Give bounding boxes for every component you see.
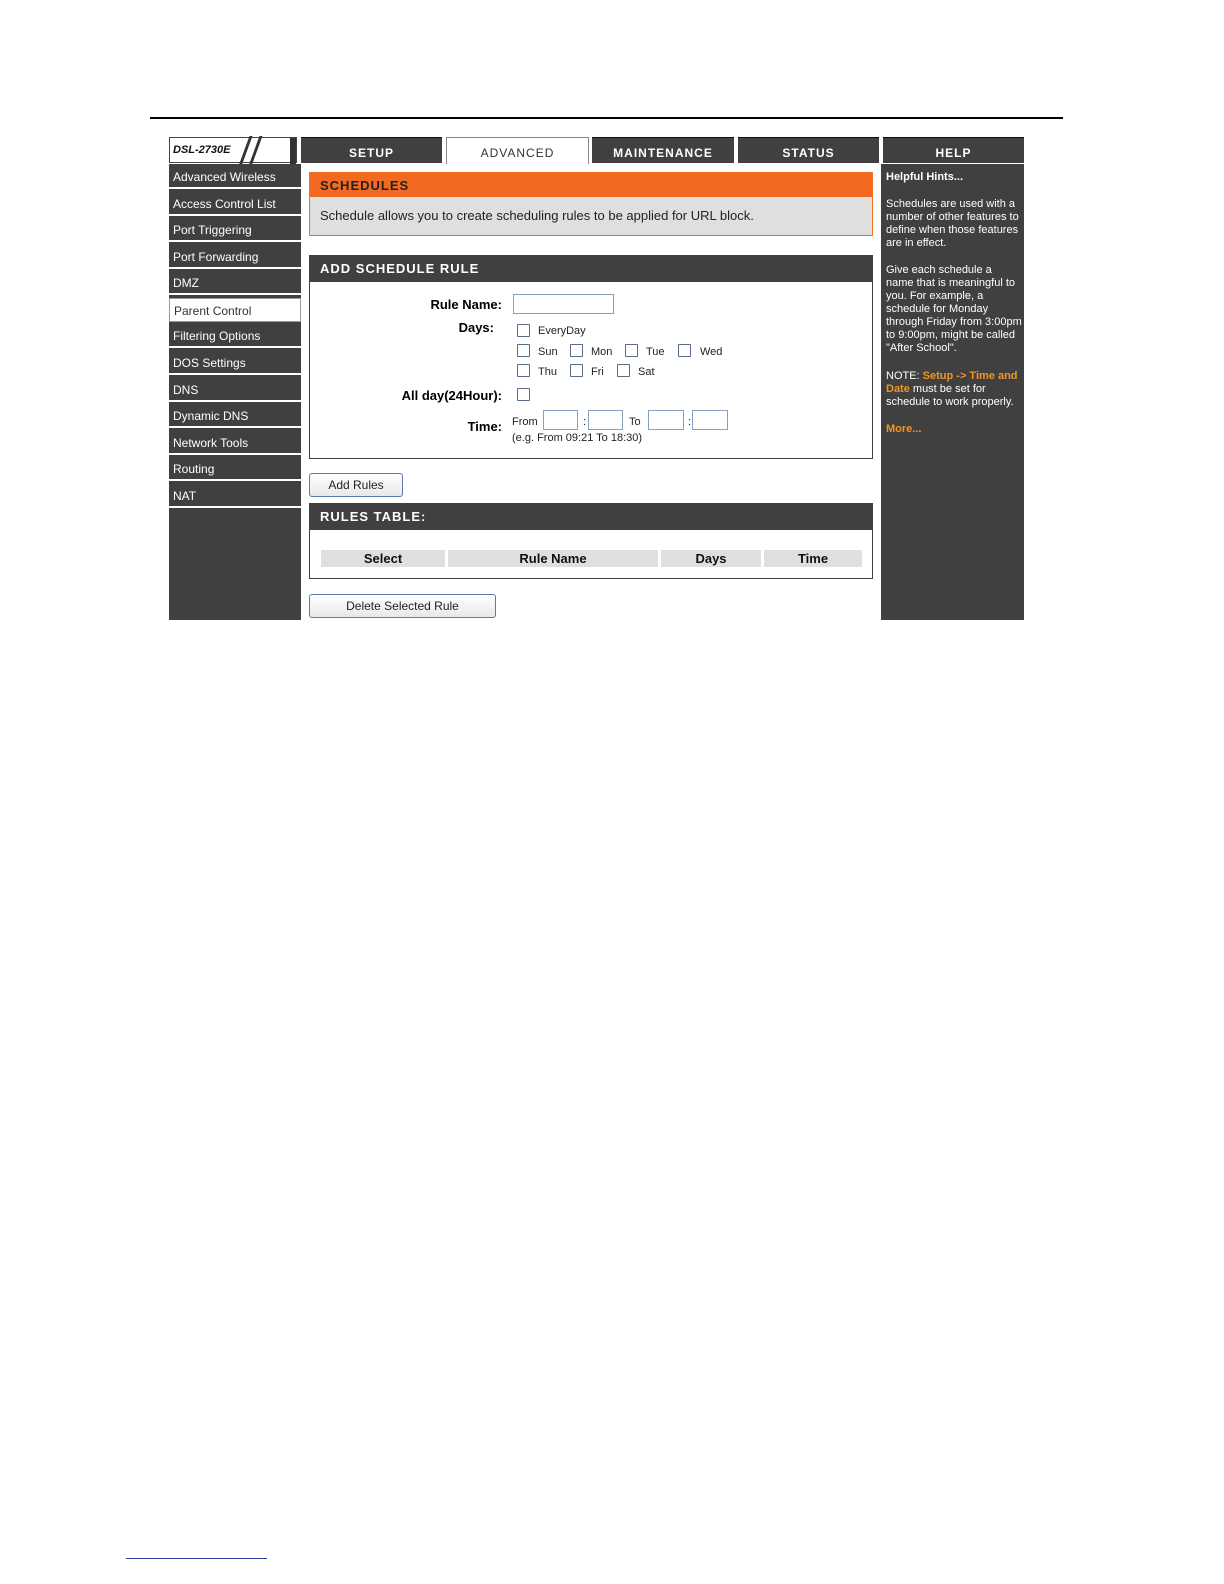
model-name: DSL-2730E: [173, 144, 231, 156]
rules-table-title: RULES TABLE:: [310, 504, 872, 530]
thu-label: Thu: [538, 366, 557, 378]
sidebar-item-dynamic-dns[interactable]: Dynamic DNS: [169, 404, 301, 428]
sidebar-item-port-triggering[interactable]: Port Triggering: [169, 218, 301, 242]
column-select: Select: [321, 550, 445, 567]
sidebar-item-parent-control[interactable]: Parent Control: [169, 298, 301, 322]
tue-checkbox[interactable]: [625, 344, 638, 357]
add-rules-button[interactable]: Add Rules: [309, 473, 403, 497]
tab-setup[interactable]: SETUP: [301, 137, 442, 163]
time-from-label: From: [512, 416, 538, 428]
router-ui: DSL-2730E SETUP ADVANCED MAINTENANCE STA…: [169, 136, 1024, 620]
tab-advanced[interactable]: ADVANCED: [446, 137, 589, 165]
footnote-rule: [126, 1558, 267, 1559]
rules-table-panel: RULES TABLE: Select Rule Name Days Time: [309, 503, 873, 579]
tab-maintenance[interactable]: MAINTENANCE: [592, 137, 734, 163]
sidebar-item-routing[interactable]: Routing: [169, 457, 301, 481]
everyday-checkbox[interactable]: [517, 324, 530, 337]
from-minute-input[interactable]: [588, 410, 623, 430]
days-label: Days:: [458, 320, 494, 335]
mon-checkbox[interactable]: [570, 344, 583, 357]
allday-label: All day(24Hour):: [401, 388, 502, 403]
schedules-panel: SCHEDULES Schedule allows you to create …: [309, 172, 873, 236]
column-days: Days: [661, 550, 761, 567]
sidebar-item-nat[interactable]: NAT: [169, 484, 301, 508]
top-rule: [150, 117, 1063, 119]
from-hour-input[interactable]: [543, 410, 578, 430]
sidebar-item-dmz[interactable]: DMZ: [169, 271, 301, 295]
fri-label: Fri: [591, 366, 604, 378]
hints-note: NOTE: Setup -> Time and Date must be set…: [886, 370, 1022, 409]
thu-checkbox[interactable]: [517, 364, 530, 377]
sidebar-item-dos-settings[interactable]: DOS Settings: [169, 351, 301, 375]
hints-paragraph-2: Give each schedule a name that is meanin…: [886, 264, 1022, 354]
hints-note-prefix: NOTE:: [886, 370, 923, 382]
everyday-label: EveryDay: [538, 325, 586, 337]
add-schedule-rule-title: ADD SCHEDULE RULE: [310, 256, 872, 282]
wed-checkbox[interactable]: [678, 344, 691, 357]
time-to-colon: :: [688, 416, 692, 428]
sun-label: Sun: [538, 346, 558, 358]
column-rule-name: Rule Name: [448, 550, 658, 567]
sidebar-item-port-forwarding[interactable]: Port Forwarding: [169, 245, 301, 269]
time-example: (e.g. From 09:21 To 18:30): [512, 432, 643, 444]
rule-name-label: Rule Name:: [430, 297, 502, 312]
delete-selected-rule-button[interactable]: Delete Selected Rule: [309, 594, 496, 618]
sat-checkbox[interactable]: [617, 364, 630, 377]
to-hour-input[interactable]: [648, 410, 684, 430]
hints-more-link[interactable]: More...: [886, 423, 1022, 436]
time-label: Time:: [467, 419, 502, 434]
sat-label: Sat: [638, 366, 655, 378]
logo-bar: [290, 138, 296, 164]
schedules-description: Schedule allows you to create scheduling…: [320, 208, 754, 223]
tab-status[interactable]: STATUS: [738, 137, 879, 163]
wed-label: Wed: [700, 346, 723, 358]
sidebar-item-access-control-list[interactable]: Access Control List: [169, 192, 301, 216]
time-from-colon: :: [583, 416, 587, 428]
helpful-hints-panel: Helpful Hints... Schedules are used with…: [881, 164, 1024, 620]
to-minute-input[interactable]: [692, 410, 728, 430]
hints-paragraph-1: Schedules are used with a number of othe…: [886, 198, 1019, 249]
fri-checkbox[interactable]: [570, 364, 583, 377]
sun-checkbox[interactable]: [517, 344, 530, 357]
sidebar: Advanced Wireless Access Control List Po…: [169, 164, 301, 620]
hints-title: Helpful Hints...: [886, 171, 963, 183]
model-logo: DSL-2730E: [169, 136, 297, 166]
time-to-label: To: [629, 416, 641, 428]
column-time: Time: [764, 550, 862, 567]
sidebar-item-advanced-wireless[interactable]: Advanced Wireless: [169, 165, 301, 189]
sidebar-item-filtering-options[interactable]: Filtering Options: [169, 324, 301, 348]
mon-label: Mon: [591, 346, 613, 358]
allday-checkbox[interactable]: [517, 388, 530, 401]
schedules-title: SCHEDULES: [310, 173, 872, 197]
sidebar-item-network-tools[interactable]: Network Tools: [169, 431, 301, 455]
rule-name-input[interactable]: [513, 294, 614, 314]
sidebar-item-dns[interactable]: DNS: [169, 378, 301, 402]
tab-help[interactable]: HELP: [883, 137, 1024, 163]
tue-label: Tue: [646, 346, 665, 358]
main-content: SCHEDULES Schedule allows you to create …: [301, 164, 881, 620]
add-schedule-rule-panel: ADD SCHEDULE RULE Rule Name: Days: Every…: [309, 255, 873, 459]
